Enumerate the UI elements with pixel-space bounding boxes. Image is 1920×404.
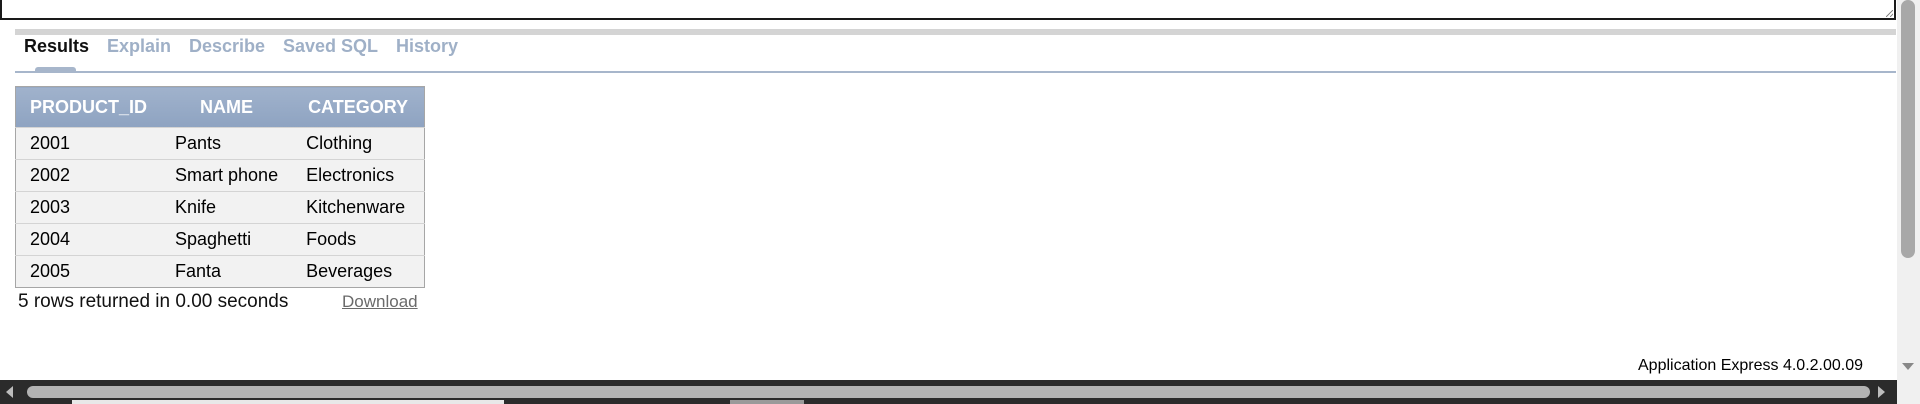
cell-product-id: 2003	[15, 191, 162, 224]
table-row: 2002 Smart phone Electronics	[15, 159, 425, 192]
cell-product-id: 2004	[15, 223, 162, 256]
scroll-right-arrow-icon[interactable]	[1878, 386, 1885, 398]
vertical-scroll-thumb[interactable]	[1901, 0, 1915, 258]
tab-bar-top-rule	[15, 29, 1896, 35]
vertical-scrollbar[interactable]	[1897, 0, 1920, 380]
app-version-label: Application Express 4.0.2.00.09	[1638, 357, 1864, 374]
table-row: 2001 Pants Clothing	[15, 127, 425, 160]
tab-results[interactable]: Results	[24, 36, 89, 57]
resize-grip-icon[interactable]	[1886, 10, 1893, 17]
cell-category: Electronics	[292, 159, 425, 192]
tab-history[interactable]: History	[396, 36, 458, 57]
rows-returned-status: 5 rows returned in 0.00 seconds	[18, 291, 289, 312]
cell-name: Fanta	[161, 255, 293, 288]
cell-category: Beverages	[292, 255, 425, 288]
cell-name: Knife	[161, 191, 293, 224]
column-header-category[interactable]: CATEGORY	[292, 86, 425, 128]
cell-product-id: 2001	[15, 127, 162, 160]
download-link[interactable]: Download	[342, 292, 418, 312]
window-strip-left	[72, 400, 504, 404]
table-row: 2003 Knife Kitchenware	[15, 191, 425, 224]
cell-category: Clothing	[292, 127, 425, 160]
horizontal-scroll-thumb[interactable]	[27, 386, 1870, 398]
tab-bar-bottom-rule	[15, 71, 1896, 73]
column-header-product-id[interactable]: PRODUCT_ID	[15, 86, 162, 128]
sql-command-editor[interactable]	[0, 0, 1896, 20]
cell-category: Kitchenware	[292, 191, 425, 224]
query-results-table: PRODUCT_ID NAME CATEGORY 2001 Pants Clot…	[15, 86, 426, 288]
results-tab-bar: Results Explain Describe Saved SQL Histo…	[15, 29, 1896, 73]
table-row: 2005 Fanta Beverages	[15, 255, 425, 288]
cell-product-id: 2005	[15, 255, 162, 288]
cell-product-id: 2002	[15, 159, 162, 192]
column-header-name[interactable]: NAME	[161, 86, 293, 128]
sql-workshop-results-page: Results Explain Describe Saved SQL Histo…	[0, 0, 1920, 404]
cell-name: Spaghetti	[161, 223, 293, 256]
window-strip-right	[730, 400, 804, 404]
scroll-left-arrow-icon[interactable]	[6, 386, 13, 398]
tab-explain[interactable]: Explain	[107, 36, 171, 57]
cell-category: Foods	[292, 223, 425, 256]
tab-saved-sql[interactable]: Saved SQL	[283, 36, 378, 57]
tab-describe[interactable]: Describe	[189, 36, 265, 57]
scroll-down-arrow-icon[interactable]	[1902, 363, 1914, 370]
cell-name: Pants	[161, 127, 293, 160]
table-row: 2004 Spaghetti Foods	[15, 223, 425, 256]
scrollbar-corner	[1897, 380, 1920, 404]
table-header-row: PRODUCT_ID NAME CATEGORY	[15, 86, 425, 128]
cell-name: Smart phone	[161, 159, 293, 192]
